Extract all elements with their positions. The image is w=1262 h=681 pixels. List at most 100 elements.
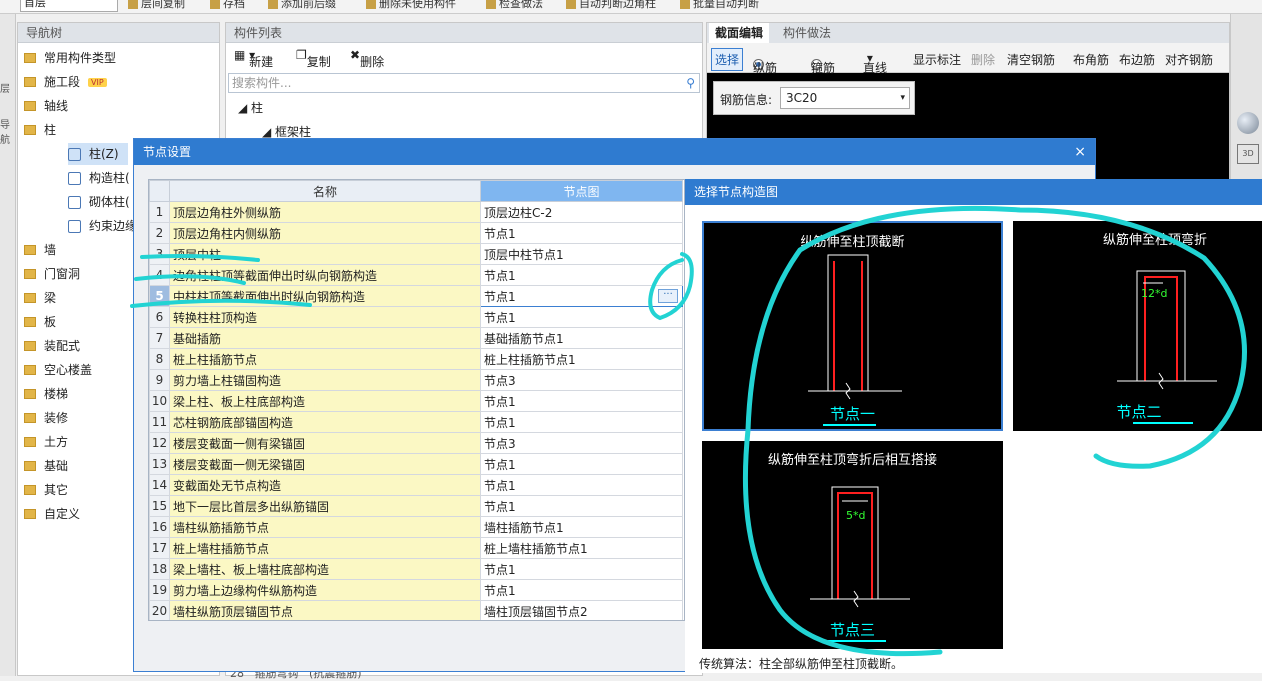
tree-root-column[interactable]: ◢ 柱 [238,99,263,116]
node-option-2[interactable]: 纵筋伸至柱顶弯折 12*d 节点二 [1013,221,1262,431]
toolbar-auto-corner[interactable]: 自动判断边角柱 [566,0,656,11]
nav-item-column[interactable]: 柱 [24,119,56,141]
nav-subitem-masonry-column[interactable]: 砌体柱( [68,191,130,213]
browse-node-button[interactable]: ··· [658,289,678,303]
nav-item-other[interactable]: 其它 [24,479,68,501]
toolbar-save[interactable]: 存档 [210,0,245,11]
align-rebar-button[interactable]: 对齐钢筋 [1165,51,1213,68]
delete-button[interactable]: ✖ 删除 [350,48,384,69]
row-node-value: 节点1 [484,478,516,493]
table-row[interactable]: 8 桩上柱插筋节点 桩上柱插筋节点1 [149,348,683,370]
table-row[interactable]: 5 中柱柱顶等截面伸出时纵向钢筋构造 节点1 ··· [149,285,683,307]
search-input[interactable]: 搜索构件... ⚲ [228,73,700,93]
row-node-cell[interactable]: 节点1 [480,558,683,580]
table-row[interactable]: 10 梁上柱、板上柱底部构造 节点1 [149,390,683,412]
table-row[interactable]: 17 桩上墙柱插筋节点 桩上墙柱插筋节点1 [149,537,683,559]
row-node-cell[interactable]: 顶层边柱C-2 [480,201,683,223]
nav-item-stage[interactable]: 施工段 VIP [24,71,107,93]
table-row[interactable]: 4 边角柱柱顶等截面伸出时纵向钢筋构造 节点1 [149,264,683,286]
table-row[interactable]: 6 转换柱柱顶构造 节点1 [149,306,683,328]
tab-component-method[interactable]: 构件做法 [777,23,837,43]
toolbar-delete-unused[interactable]: 删除未使用构件 [366,0,456,11]
row-node-cell[interactable]: 节点1 [480,453,683,475]
row-node-cell[interactable]: 墙柱顶层锚固节点2 [480,600,683,620]
edge-rebar-button[interactable]: 布边筋 [1119,51,1155,68]
column-header-name[interactable]: 名称 [169,180,481,202]
row-node-cell[interactable]: 桩上柱插筋节点1 [480,348,683,370]
toolbar-copy-floor[interactable]: 层间复制 [128,0,185,11]
nav-item-stairs[interactable]: 楼梯 [24,383,68,405]
column-header-node[interactable]: 节点图 [480,180,683,202]
nav-subitem-constructional-column[interactable]: 构造柱( [68,167,130,189]
table-row[interactable]: 14 变截面处无节点构造 节点1 [149,474,683,496]
toolbar-prefix[interactable]: 添加前后缀 [268,0,336,11]
table-row[interactable]: 1 顶层边角柱外侧纵筋 顶层边柱C-2 [149,201,683,223]
nav-item-earthwork[interactable]: 土方 [24,431,68,453]
row-node-cell[interactable]: 节点1 [480,264,683,286]
table-row[interactable]: 15 地下一层比首层多出纵筋锚固 节点1 [149,495,683,517]
line-button[interactable]: 直线 ▾ [863,51,887,75]
nav-subitem-boundary[interactable]: 约束边缘 [68,215,137,237]
3d-view-icon[interactable]: 3D [1237,144,1259,164]
row-node-cell[interactable]: 节点1 [480,579,683,601]
select-button[interactable]: 选择 [711,48,744,71]
nav-item-hollow-slab[interactable]: 空心楼盖 [24,359,92,381]
node-option-3[interactable]: 纵筋伸至柱顶弯折后相互搭接 5*d 节点三 [702,441,1003,649]
table-row[interactable]: 12 楼层变截面一侧有梁锚固 节点3 [149,432,683,454]
row-node-value: 节点1 [484,562,516,577]
toolbar-batch-auto[interactable]: 批量自动判断 [680,0,759,11]
tab-section-edit[interactable]: 截面编辑 [709,23,770,43]
row-node-cell[interactable]: 节点1 ··· [480,285,683,307]
table-row[interactable]: 7 基础插筋 基础插筋节点1 [149,327,683,349]
table-row[interactable]: 19 剪力墙上边缘构件纵筋构造 节点1 [149,579,683,601]
nav-item-slab[interactable]: 板 [24,311,56,333]
table-row[interactable]: 18 梁上墙柱、板上墙柱底部构造 节点1 [149,558,683,580]
corner-rebar-button[interactable]: 布角筋 [1073,51,1109,68]
delete-rebar-button[interactable]: 删除 [971,51,995,68]
row-node-cell[interactable]: 顶层中柱节点1 [480,243,683,265]
clear-rebar-button[interactable]: 清空钢筋 [1007,51,1055,68]
table-row[interactable]: 9 剪力墙上柱锚固构造 节点3 [149,369,683,391]
row-node-cell[interactable]: 节点1 [480,474,683,496]
row-number: 8 [149,348,170,370]
new-button[interactable]: ▦ 新建 ▾ [234,48,273,69]
nav-item-decoration[interactable]: 装修 [24,407,68,429]
rebar-info-select[interactable]: 3C20 ▾ [780,87,910,109]
orbit-icon[interactable] [1237,112,1259,134]
row-node-cell[interactable]: 节点1 [480,222,683,244]
row-node-cell[interactable]: 基础插筋节点1 [480,327,683,349]
nav-subitem-column-z[interactable]: 柱(Z) [68,143,128,165]
nav-item-prefab[interactable]: 装配式 [24,335,80,357]
nav-item-custom[interactable]: 自定义 [24,503,80,525]
row-node-cell[interactable]: 节点1 [480,306,683,328]
floor-select[interactable]: 首层 [20,0,118,12]
row-node-cell[interactable]: 节点1 [480,390,683,412]
row-node-cell[interactable]: 节点3 [480,432,683,454]
row-node-cell[interactable]: 桩上墙柱插筋节点1 [480,537,683,559]
nav-item-wall[interactable]: 墙 [24,239,56,261]
nav-item-openings[interactable]: 门窗洞 [24,263,80,285]
copy-button[interactable]: ❐ 复制 [296,48,331,69]
table-row[interactable]: 2 顶层边角柱内侧纵筋 节点1 [149,222,683,244]
nav-item-common[interactable]: 常用构件类型 [24,47,116,69]
nav-item-axis[interactable]: 轴线 [24,95,68,117]
node-option-1[interactable]: 纵筋伸至柱顶截断 节点一 [702,221,1003,431]
row-node-cell[interactable]: 节点1 [480,495,683,517]
table-row[interactable]: 3 顶层中柱 顶层中柱节点1 [149,243,683,265]
row-node-cell[interactable]: 节点1 [480,411,683,433]
row-node-cell[interactable]: 节点3 [480,369,683,391]
node-2-diagram [1117,270,1217,424]
folder-icon [24,292,36,303]
toolbar-check[interactable]: 检查做法 [486,0,543,11]
nav-item-foundation[interactable]: 基础 [24,455,68,477]
table-row[interactable]: 16 墙柱纵筋插筋节点 墙柱插筋节点1 [149,516,683,538]
table-row[interactable]: 13 楼层变截面一侧无梁锚固 节点1 [149,453,683,475]
close-icon[interactable]: × [1074,139,1086,165]
table-row[interactable]: 20 墙柱纵筋顶层锚固节点 墙柱顶层锚固节点2 [149,600,683,620]
row-node-cell[interactable]: 墙柱插筋节点1 [480,516,683,538]
show-label-button[interactable]: 显示标注 [913,51,961,68]
constructional-column-icon [68,172,81,185]
table-row[interactable]: 11 芯柱钢筋底部锚固构造 节点1 [149,411,683,433]
nav-item-beam[interactable]: 梁 [24,287,56,309]
row-name-cell: 边角柱柱顶等截面伸出时纵向钢筋构造 [169,264,481,286]
